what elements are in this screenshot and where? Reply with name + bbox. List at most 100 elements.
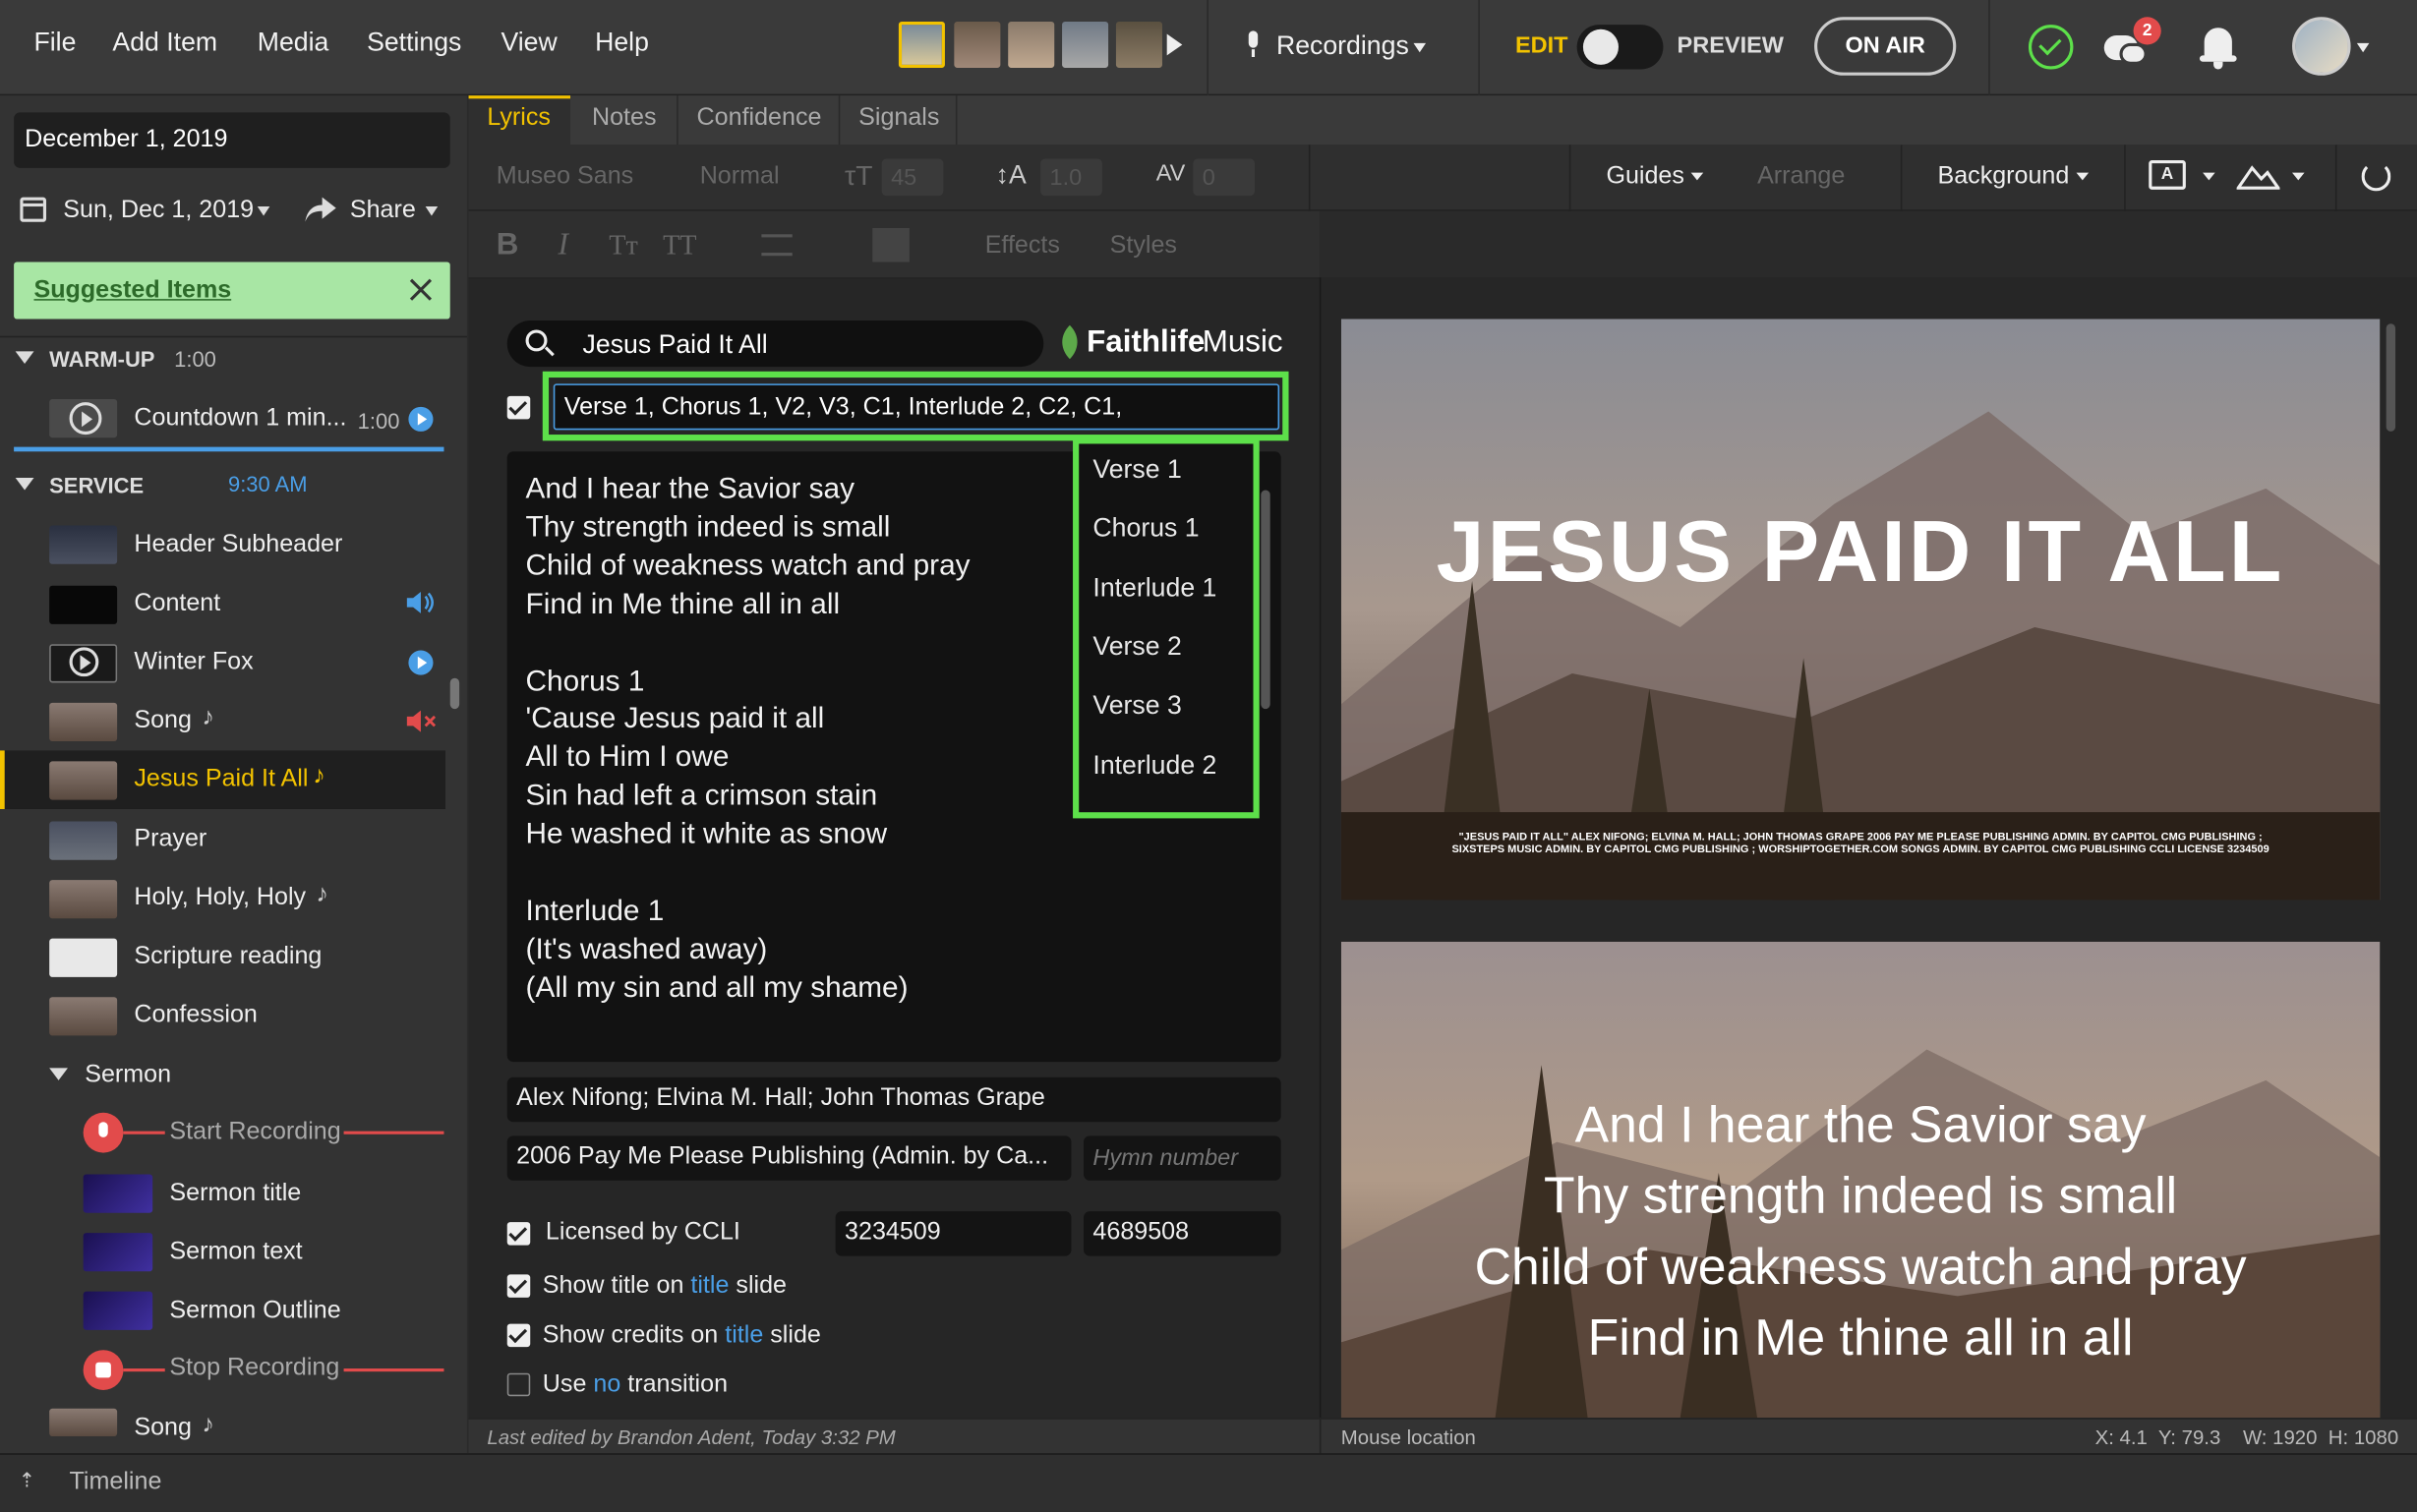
sermon-item-title[interactable]: Sermon title xyxy=(169,1181,301,1208)
section-option[interactable]: Chorus 1 xyxy=(1092,513,1199,544)
user-avatar[interactable] xyxy=(2292,17,2351,76)
suggested-items-link[interactable]: Suggested Items xyxy=(33,277,231,305)
speaker-icon[interactable] xyxy=(405,590,436,614)
service-item-holy-holy-holy[interactable]: Holy, Holy, Holy xyxy=(134,885,306,912)
service-item-scripture-reading[interactable]: Scripture reading xyxy=(134,943,322,970)
section-option[interactable]: Verse 3 xyxy=(1092,691,1181,722)
on-air-button[interactable]: ON AIR xyxy=(1814,17,1957,76)
section-option[interactable]: Interlude 1 xyxy=(1092,573,1216,604)
collaborator-avatar[interactable] xyxy=(1008,21,1055,68)
start-recording-marker[interactable]: Start Recording xyxy=(169,1119,340,1146)
service-item-jesus-paid-it-all[interactable]: Jesus Paid It All xyxy=(134,766,308,793)
menu-file[interactable]: File xyxy=(33,28,76,58)
sermon-item-text[interactable]: Sermon text xyxy=(169,1239,302,1266)
stop-recording-marker[interactable]: Stop Recording xyxy=(169,1355,339,1382)
play-icon[interactable] xyxy=(408,650,434,675)
copyright-field[interactable]: 2006 Pay Me Please Publishing (Admin. by… xyxy=(506,1135,1072,1181)
bold-icon[interactable]: B xyxy=(497,228,519,263)
collaborator-avatar[interactable] xyxy=(1115,21,1162,68)
align-icon[interactable] xyxy=(761,234,793,257)
record-microphone-icon[interactable] xyxy=(83,1112,124,1153)
show-credits-checkbox[interactable] xyxy=(506,1323,531,1348)
menu-add-item[interactable]: Add Item xyxy=(112,28,217,58)
service-item-content[interactable]: Content xyxy=(134,590,220,617)
authors-field[interactable]: Alex Nifong; Elvina M. Hall; John Thomas… xyxy=(506,1076,1281,1123)
menu-view[interactable]: View xyxy=(501,28,557,58)
menu-help[interactable]: Help xyxy=(595,28,649,58)
letter-spacing-input[interactable]: 0 xyxy=(1193,158,1256,197)
lyrics-scrollbar[interactable] xyxy=(1261,490,1270,710)
service-item-prayer[interactable]: Prayer xyxy=(134,826,206,853)
recordings-dropdown[interactable]: Recordings xyxy=(1276,30,1409,61)
timeline-label[interactable]: Timeline xyxy=(70,1469,162,1496)
expand-timeline-icon[interactable]: ⇡ xyxy=(19,1469,35,1493)
ccli-license-field[interactable]: 3234509 xyxy=(835,1211,1072,1256)
text-box-icon[interactable]: A xyxy=(2149,160,2186,190)
collapse-triangle-icon[interactable] xyxy=(15,351,34,364)
share-button[interactable]: Share xyxy=(350,198,416,225)
collaborator-avatar[interactable] xyxy=(898,21,945,68)
title-slide-preview[interactable]: JESUS PAID IT ALL "JESUS PAID IT ALL" AL… xyxy=(1340,319,2381,901)
service-item-header-subheader[interactable]: Header Subheader xyxy=(134,532,342,559)
section-option[interactable]: Interlude 2 xyxy=(1092,750,1216,781)
countdown-item-label[interactable]: Countdown 1 min... xyxy=(134,405,346,433)
date-picker[interactable]: Sun, Dec 1, 2019 xyxy=(63,198,254,225)
tab-lyrics-label[interactable]: Lyrics xyxy=(487,105,551,133)
image-mountain-icon[interactable] xyxy=(2236,158,2280,190)
italic-icon[interactable]: I xyxy=(558,228,567,263)
color-swatch[interactable] xyxy=(872,228,910,262)
show-title-checkbox[interactable] xyxy=(506,1274,531,1298)
stop-record-icon[interactable] xyxy=(83,1350,124,1390)
edit-preview-toggle[interactable] xyxy=(1576,25,1664,70)
font-family-dropdown[interactable]: Museo Sans xyxy=(497,163,633,191)
menu-settings[interactable]: Settings xyxy=(367,28,461,58)
arrange-dropdown[interactable]: Arrange xyxy=(1757,163,1845,191)
tab-confidence[interactable]: Confidence xyxy=(697,105,822,133)
tab-notes[interactable]: Notes xyxy=(592,105,657,133)
muted-speaker-icon[interactable] xyxy=(405,709,437,733)
reset-icon[interactable] xyxy=(2361,161,2391,192)
collapse-triangle-icon[interactable] xyxy=(15,477,34,491)
lyrics-slide-preview[interactable]: And I hear the Savior say Thy strength in… xyxy=(1340,941,2381,1419)
transition-type-link[interactable]: no xyxy=(593,1371,620,1398)
collaborator-avatar[interactable] xyxy=(954,21,1001,68)
service-section-time[interactable]: 9:30 AM xyxy=(228,472,308,496)
font-size-input[interactable]: 45 xyxy=(881,158,944,197)
title-slide-link[interactable]: title xyxy=(725,1322,763,1349)
sync-status-check-icon[interactable] xyxy=(2028,25,2074,70)
sermon-group-label[interactable]: Sermon xyxy=(85,1062,171,1089)
section-option[interactable]: Verse 1 xyxy=(1092,454,1181,485)
close-icon[interactable] xyxy=(408,277,433,302)
background-dropdown[interactable]: Background xyxy=(1937,163,2069,191)
more-collaborators-arrow-icon[interactable] xyxy=(1166,33,1183,56)
service-item-song[interactable]: Song xyxy=(134,708,192,735)
timeline-bar[interactable]: ⇡ Timeline xyxy=(0,1453,2417,1512)
all-caps-icon[interactable]: TT xyxy=(663,230,696,262)
hymn-number-field[interactable]: Hymn number xyxy=(1084,1135,1281,1181)
collapse-triangle-icon[interactable] xyxy=(49,1068,68,1080)
small-caps-icon[interactable]: Tт xyxy=(609,230,638,262)
sermon-item-outline[interactable]: Sermon Outline xyxy=(169,1298,340,1325)
service-title-field[interactable]: December 1, 2019 xyxy=(14,112,450,168)
service-item-song[interactable]: Song xyxy=(134,1415,192,1442)
song-order-checkbox[interactable] xyxy=(506,395,531,420)
sidebar-scrollbar[interactable] xyxy=(449,677,460,710)
title-slide-link[interactable]: title xyxy=(690,1273,729,1300)
play-icon[interactable] xyxy=(408,406,434,432)
styles-dropdown[interactable]: Styles xyxy=(1110,233,1177,261)
ccli-checkbox[interactable] xyxy=(506,1222,531,1246)
tab-signals[interactable]: Signals xyxy=(858,105,939,133)
chevron-down-icon[interactable] xyxy=(2356,42,2370,53)
song-search-value[interactable]: Jesus Paid It All xyxy=(583,329,768,360)
section-option[interactable]: Verse 2 xyxy=(1092,632,1181,663)
service-item-winter-fox[interactable]: Winter Fox xyxy=(134,649,253,676)
song-order-input[interactable]: Verse 1, Chorus 1, V2, V3, C1, Interlude… xyxy=(553,383,1280,431)
line-height-input[interactable]: 1.0 xyxy=(1040,158,1102,197)
bell-icon[interactable] xyxy=(2199,28,2237,70)
service-item-confession[interactable]: Confession xyxy=(134,1002,257,1029)
guides-dropdown[interactable]: Guides xyxy=(1606,163,1683,191)
ccli-song-number-field[interactable]: 4689508 xyxy=(1084,1211,1281,1256)
preview-scrollbar[interactable] xyxy=(2386,323,2396,432)
collaborator-avatar[interactable] xyxy=(1062,21,1109,68)
menu-media[interactable]: Media xyxy=(258,28,329,58)
